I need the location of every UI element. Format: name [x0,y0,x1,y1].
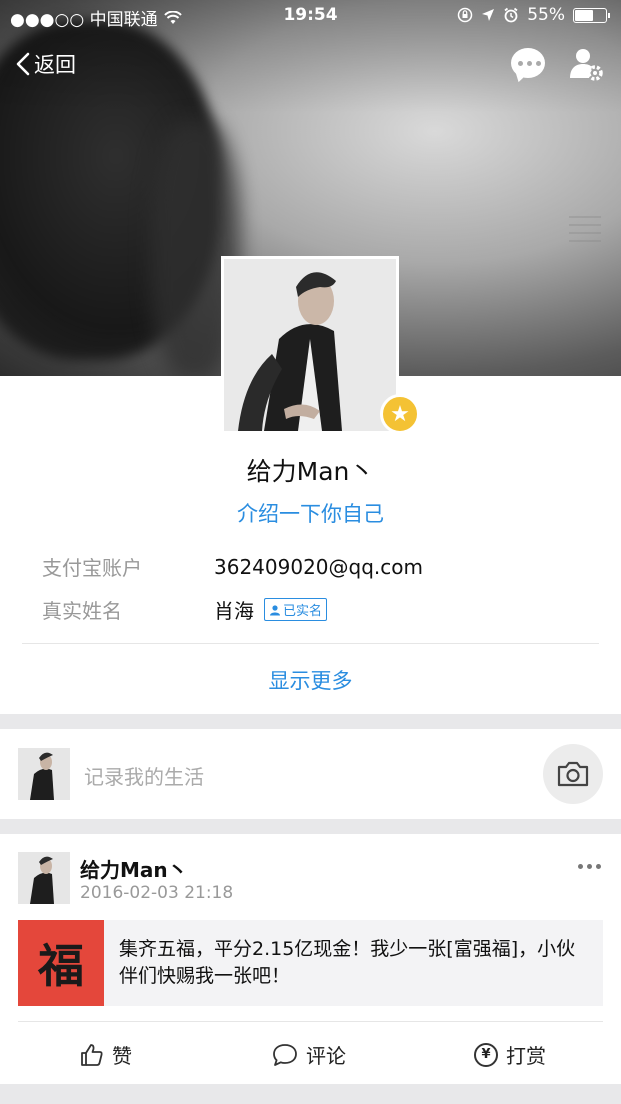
star-badge-icon: ★ [380,394,420,434]
location-arrow-icon [482,9,495,21]
avatar-figure [224,259,396,431]
back-label: 返回 [34,53,76,77]
feed-timestamp: 2016-02-03 21:18 [80,883,234,903]
profile-nickname: 给力Man丶 [246,457,375,486]
verified-person-icon [270,604,280,615]
nav-actions [511,46,605,82]
feed-avatar[interactable] [18,852,70,904]
avatar-image [224,259,396,431]
real-name-label: 真实姓名 [42,599,122,623]
more-options-icon[interactable] [578,864,601,869]
list-menu-icon[interactable] [569,216,601,242]
alarm-icon [504,7,518,23]
feed-author[interactable]: 给力Man丶 [80,854,188,883]
like-button[interactable]: 赞 [80,1040,132,1069]
status-bar: ●●●○○ 中国联通 19:54 55% [0,0,621,32]
yen-icon: ¥ [474,1042,498,1067]
composer-avatar [18,748,70,800]
real-name-row: 真实姓名 肖海 已实名 [42,595,328,624]
alipay-account-row: 支付宝账户 362409020@qq.com [42,552,423,581]
feed-divider [18,1021,603,1022]
battery-icon [573,7,610,23]
camera-icon [557,761,589,787]
feed-item: 给力Man丶 2016-02-03 21:18 福 集齐五福，平分2.15亿现金… [0,834,621,1084]
nav-bar: 返回 [0,40,621,88]
battery-percent: 55% [527,5,565,25]
comment-icon [273,1043,297,1066]
back-button[interactable]: 返回 [16,49,76,79]
composer-placeholder: 记录我的生活 [84,765,204,789]
thumbs-up-icon [81,1043,103,1066]
camera-button[interactable] [543,744,603,804]
reward-button[interactable]: ¥ 打赏 [474,1040,546,1069]
alipay-account-label: 支付宝账户 [42,556,142,580]
feed-actions: 赞 评论 ¥ 打赏 [0,1034,621,1074]
rotation-lock-icon [457,7,473,23]
like-label: 赞 [112,1044,132,1068]
user-settings-icon[interactable] [569,46,605,82]
composer-avatar-figure [18,748,70,800]
show-more-button[interactable]: 显示更多 [0,665,621,695]
life-composer[interactable]: 记录我的生活 [0,729,621,819]
battery-fill [575,9,593,21]
alipay-account-value: 362409020@qq.com [214,554,423,579]
verified-badge: 已实名 [264,598,328,621]
comment-label: 评论 [306,1044,346,1068]
feed-avatar-figure [18,852,70,904]
verified-badge-label: 已实名 [283,604,323,619]
shared-content-text: 集齐五福，平分2.15亿现金！我少一张[富强福]，小伙伴们快赐我一张吧！ [119,938,576,987]
chat-bubble-icon[interactable] [511,48,545,78]
reward-label: 打赏 [506,1044,546,1068]
status-right: 55% [457,5,610,25]
real-name-value: 肖海 [214,599,254,623]
comment-button[interactable]: 评论 [272,1040,346,1069]
fu-image: 福 [18,920,104,1006]
profile-divider [22,643,599,644]
fu-character: 福 [38,939,84,993]
intro-link[interactable]: 介绍一下你自己 [0,498,621,528]
shared-content-card[interactable]: 福 集齐五福，平分2.15亿现金！我少一张[富强福]，小伙伴们快赐我一张吧！ [18,920,603,1006]
profile-avatar[interactable] [221,256,399,434]
chevron-left-icon [16,52,30,76]
